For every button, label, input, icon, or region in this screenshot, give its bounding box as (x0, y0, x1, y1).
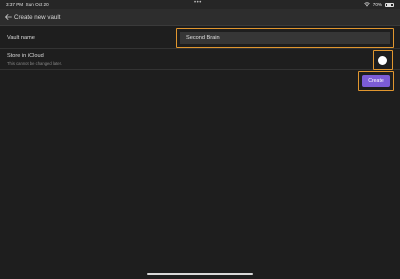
icloud-label: Store in iCloud (7, 53, 44, 59)
status-time: 3:37 PM Sun Oct 20 (6, 2, 49, 7)
multitasking-dots-icon[interactable]: ••• (194, 0, 202, 6)
icloud-sublabel: This cannot be changed later. (7, 61, 62, 66)
status-date: Sun Oct 20 (25, 2, 49, 7)
icloud-toggle[interactable] (373, 50, 393, 70)
status-clock: 3:37 PM (6, 2, 24, 7)
wifi-icon (363, 2, 370, 7)
page-title: Create new vault (14, 13, 61, 21)
create-button-highlight: Create (358, 71, 394, 91)
battery-percent: 70% (372, 2, 382, 7)
vault-name-input-highlight (176, 28, 394, 48)
home-indicator[interactable] (147, 273, 253, 275)
vault-name-label: Vault name (7, 35, 35, 41)
back-button[interactable] (4, 13, 12, 21)
vault-name-input[interactable] (180, 32, 390, 44)
icloud-row: Store in iCloud This cannot be changed l… (0, 49, 400, 70)
status-bar: 3:37 PM Sun Oct 20 ••• 70% (0, 0, 400, 9)
toggle-knob (378, 56, 387, 65)
create-button[interactable]: Create (362, 75, 390, 87)
battery-icon (385, 2, 394, 7)
page-header: Create new vault (0, 9, 400, 26)
battery-fill (386, 4, 392, 6)
app-screen: 3:37 PM Sun Oct 20 ••• 70% Create new va… (0, 0, 400, 279)
arrow-left-icon (4, 14, 12, 20)
status-indicators: 70% (363, 2, 394, 7)
